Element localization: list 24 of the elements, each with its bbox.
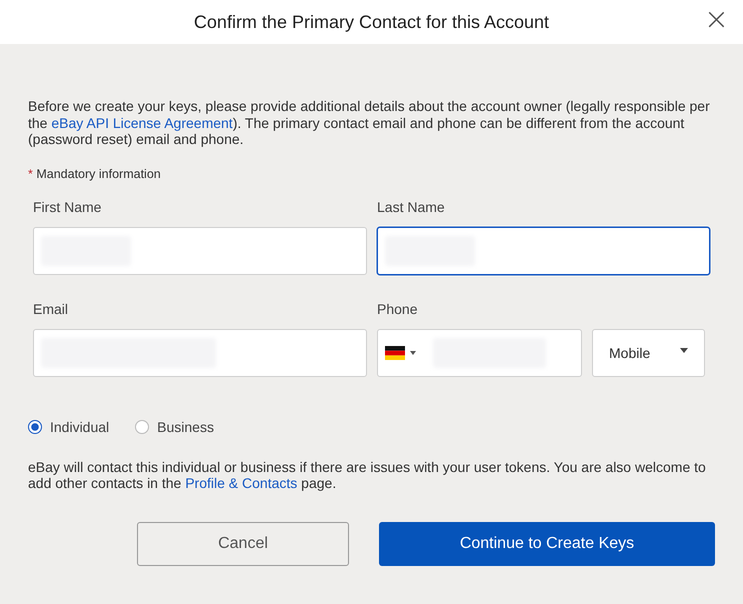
caret-icon[interactable]: [410, 350, 416, 354]
input-field[interactable]: [377, 226, 710, 274]
close-button[interactable]: ×: [700, 4, 733, 36]
mandatory-note: Mandatory information: [36, 166, 161, 180]
phone-type-dropdown[interactable]: Mobile: [592, 328, 705, 376]
radio-option[interactable]: Business: [135, 418, 214, 434]
caret-icon: [680, 348, 688, 353]
cancel-button[interactable]: Cancel: [137, 522, 349, 566]
radio-icon[interactable]: [28, 420, 42, 434]
profile-link[interactable]: Profile & Contacts: [185, 475, 298, 491]
radio-icon[interactable]: [135, 420, 150, 434]
license-link[interactable]: eBay API License Agreement: [51, 114, 233, 130]
intro-paragraph: Before we create your keys, please provide additional details about the account owner (legally responsible per the eBay API License Agreement). The primary contact email and phone can be different from the account (password reset) email and phone.: [28, 98, 711, 148]
contact-note: eBay will contact this individual or business if there are issues with your user tokens. You are also welcome to add other contacts in the Profile & Contacts page.: [28, 458, 707, 492]
field-label: Email: [33, 300, 70, 316]
flag-icon[interactable]: [385, 346, 405, 360]
required-asterisk: *: [28, 166, 33, 180]
radio-option[interactable]: Individual: [28, 418, 110, 434]
phone-field[interactable]: [377, 328, 582, 376]
dialog-title: Confirm the Primary Contact for this Account: [194, 12, 550, 32]
field-label: First Name: [33, 198, 102, 214]
field-label: Last Name: [377, 198, 446, 214]
field-label: Phone: [377, 300, 418, 316]
continue-button[interactable]: Continue to Create Keys: [379, 522, 715, 566]
